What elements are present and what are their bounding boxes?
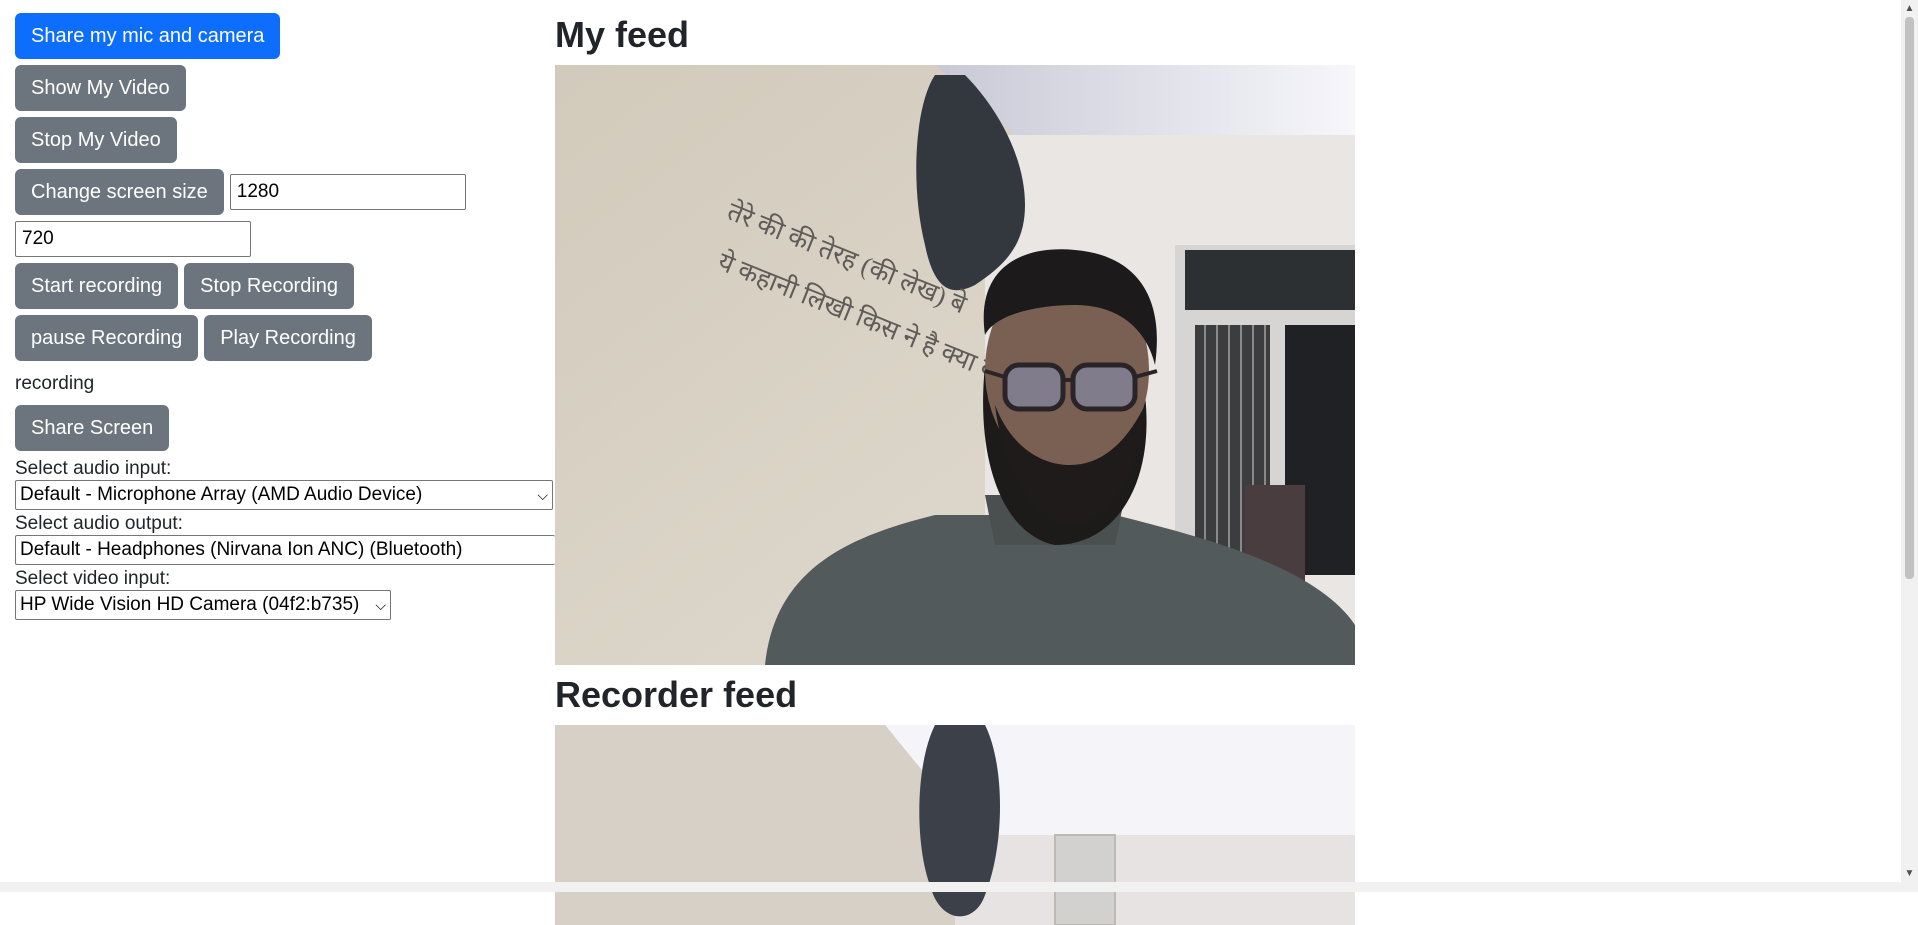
stop-recording-button[interactable]: Stop Recording [184,263,355,309]
audio-output-label: Select audio output: [15,513,183,534]
my-feed-video: तेरे की की तेरह (की लेख) बे ये कहानी लिख… [555,65,1355,665]
scroll-up-icon[interactable]: ▲ [1901,0,1918,17]
my-feed-title: My feed [555,14,690,55]
scroll-down-icon[interactable]: ▼ [1901,865,1918,882]
video-input-select[interactable]: HP Wide Vision HD Camera (04f2:b735) ⌵ [15,590,391,620]
change-screen-size-button[interactable]: Change screen size [15,169,224,215]
stop-video-button[interactable]: Stop My Video [15,117,177,163]
chevron-down-icon: ⌵ [375,596,386,613]
show-video-button[interactable]: Show My Video [15,65,186,111]
feeds-area: My feed तेरे की की तेरह (की लेख) बे ये क… [555,0,1355,925]
horizontal-scrollbar[interactable] [0,882,1918,892]
height-input[interactable] [15,221,251,257]
audio-input-label: Select audio input: [15,458,172,479]
play-recording-button[interactable]: Play Recording [204,315,372,361]
audio-input-select[interactable]: Default - Microphone Array (AMD Audio De… [15,480,553,510]
share-screen-button[interactable]: Share Screen [15,405,170,451]
recorder-feed-title: Recorder feed [555,674,798,715]
audio-output-value: Default - Headphones (Nirvana Ion ANC) (… [20,539,463,560]
chevron-down-icon: ⌵ [537,486,548,503]
vertical-scrollbar[interactable]: ▲ ▼ [1901,0,1918,882]
recording-status: recording [15,373,95,394]
share-mic-camera-button[interactable]: Share my mic and camera [15,13,281,59]
video-input-value: HP Wide Vision HD Camera (04f2:b735) [20,594,360,615]
webcam-frame: तेरे की की तेरह (की लेख) बे ये कहानी लिख… [555,65,1355,665]
video-input-label: Select video input: [15,568,171,589]
pause-recording-button[interactable]: pause Recording [15,315,199,361]
controls-panel: Share my mic and camera Show My Video St… [15,13,555,620]
audio-output-select[interactable]: Default - Headphones (Nirvana Ion ANC) (… [15,535,555,565]
recorder-feed-video [555,725,1355,925]
recorder-frame [555,725,1355,925]
start-recording-button[interactable]: Start recording [15,263,179,309]
audio-input-value: Default - Microphone Array (AMD Audio De… [20,484,423,505]
scroll-thumb[interactable] [1905,17,1914,579]
width-input[interactable] [229,174,466,210]
